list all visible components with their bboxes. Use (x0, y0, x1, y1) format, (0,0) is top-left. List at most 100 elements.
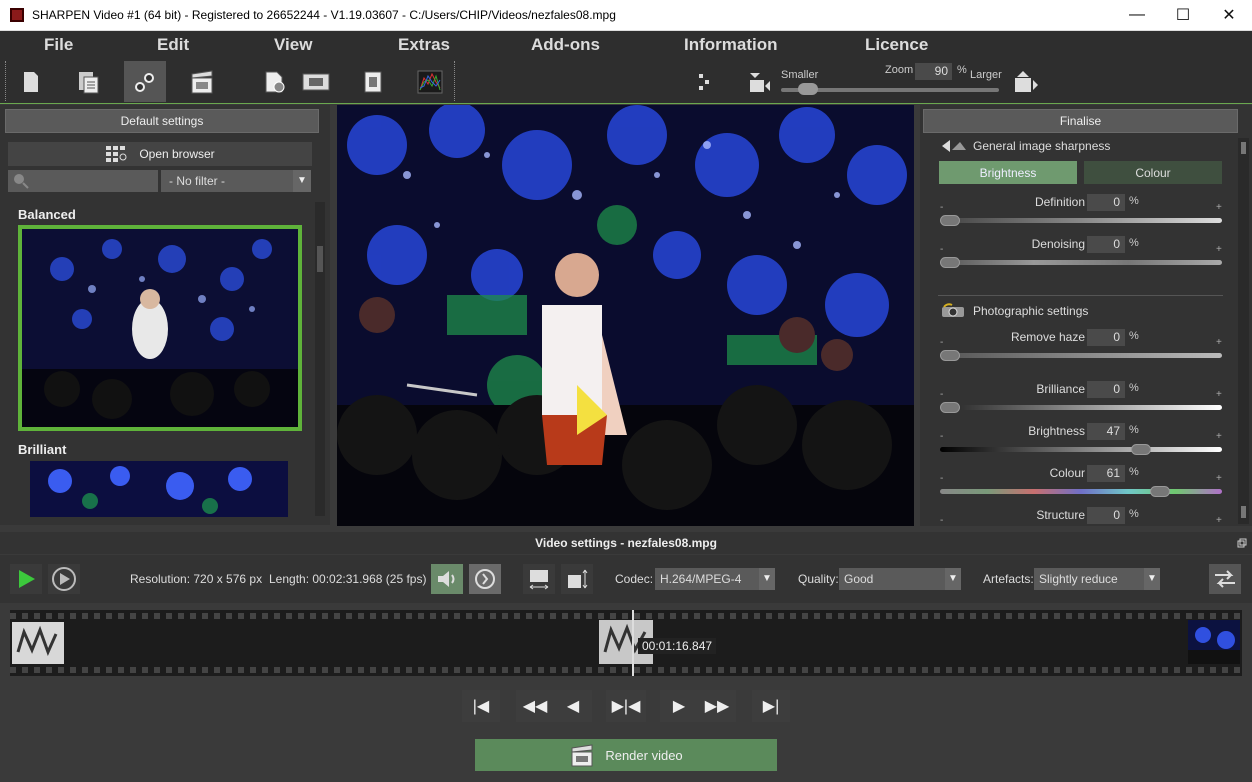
timeline-playhead[interactable] (632, 610, 634, 676)
brightness-value[interactable]: 47 (1087, 423, 1125, 440)
dotted-grid-icon (699, 73, 709, 90)
brilliance-value[interactable]: 0 (1087, 381, 1125, 398)
denoising-slider-track[interactable] (940, 260, 1222, 265)
finalise-button[interactable]: Finalise (923, 109, 1238, 133)
document-list-icon (79, 71, 99, 93)
sharpen-settings-button[interactable] (124, 61, 166, 102)
definition-value[interactable]: 0 (1087, 194, 1125, 211)
preset-scrollbar-thumb[interactable] (317, 246, 323, 272)
preset-filter-select[interactable]: - No filter - ▼ (161, 170, 311, 192)
menu-file[interactable]: File (44, 35, 73, 55)
brightness-slider-thumb[interactable] (1131, 444, 1151, 455)
minimize-button[interactable]: — (1114, 0, 1160, 30)
zoom-smaller-button[interactable] (738, 61, 780, 102)
render-video-button[interactable]: Render video (475, 739, 777, 771)
remove-haze-value[interactable]: 0 (1087, 329, 1125, 346)
video-info-bar: Resolution: 720 x 576 px Length: 00:02:3… (0, 555, 1252, 603)
menu-licence[interactable]: Licence (865, 35, 928, 55)
video-clapper-button[interactable] (181, 61, 223, 102)
definition-label: Definition (1034, 195, 1085, 209)
open-file-button[interactable] (67, 61, 109, 102)
timeline-current-time: 00:01:16.847 (638, 638, 717, 654)
default-settings-button[interactable]: Default settings (5, 109, 319, 133)
structure-value[interactable]: 0 (1087, 507, 1125, 524)
save-file-button[interactable] (253, 61, 295, 102)
quality-select[interactable]: Good ▼ (839, 568, 961, 590)
concert-thumbnail (1188, 620, 1240, 664)
colour-label: Colour (1049, 466, 1085, 480)
brilliance-slider-thumb[interactable] (940, 402, 960, 413)
scroll-down-arrow[interactable] (1241, 506, 1246, 518)
quality-label: Quality: (798, 572, 839, 586)
definition-slider-thumb[interactable] (940, 215, 960, 226)
zoom-larger-icon (1015, 70, 1038, 92)
codec-select[interactable]: H.264/MPEG-4 ▼ (655, 568, 775, 590)
film-sprockets-top (10, 613, 1242, 619)
menu-bar: File Edit View Extras Add-ons Informatio… (0, 31, 1252, 59)
go-to-end-button[interactable]: ▶| (752, 690, 790, 722)
fast-forward-button[interactable]: ▶▶ (698, 690, 736, 722)
go-to-start-button[interactable]: |◀ (462, 690, 500, 722)
menu-information[interactable]: Information (684, 35, 778, 55)
close-button[interactable]: ✕ (1206, 0, 1252, 30)
histogram-button[interactable] (409, 61, 451, 102)
timeline-end-thumbnail (1188, 620, 1240, 664)
maximize-button[interactable]: ☐ (1160, 0, 1206, 30)
audio-toggle-button[interactable] (431, 564, 463, 594)
tab-colour[interactable]: Colour (1084, 161, 1222, 184)
preset-scrollbar[interactable] (315, 202, 325, 516)
menu-edit[interactable]: Edit (157, 35, 189, 55)
menu-extras[interactable]: Extras (398, 35, 450, 55)
step-forward-icon: ▶ (672, 698, 686, 715)
restore-panel-icon[interactable] (1237, 538, 1247, 548)
zoom-larger-button[interactable] (1004, 61, 1046, 102)
menu-view[interactable]: View (274, 35, 312, 55)
settings-scrollbar[interactable] (1238, 138, 1249, 524)
artefacts-value: Slightly reduce (1039, 572, 1118, 586)
export-settings-button[interactable] (1209, 564, 1241, 594)
brightness-slider-track[interactable] (940, 447, 1222, 452)
timeline[interactable] (10, 610, 1242, 676)
rewind-button[interactable]: ◀◀ (516, 690, 554, 722)
audio-settings-button[interactable] (469, 564, 501, 594)
remove-haze-minus: - (940, 337, 944, 348)
play-icon (19, 570, 35, 588)
remove-haze-slider-track[interactable] (940, 353, 1222, 358)
photographic-settings-title: Photographic settings (973, 304, 1089, 318)
step-forward-button[interactable]: ▶ (660, 690, 698, 722)
menu-addons[interactable]: Add-ons (531, 35, 600, 55)
fit-width-button[interactable] (523, 564, 555, 594)
definition-slider-track[interactable] (940, 218, 1222, 223)
play-button[interactable] (10, 564, 42, 594)
compare-button[interactable] (352, 61, 394, 102)
step-back-button[interactable]: ◀ (554, 690, 592, 722)
open-browser-button[interactable]: Open browser (8, 142, 312, 166)
preview-mode-button[interactable] (48, 564, 80, 594)
preset-thumbnail-balanced[interactable] (18, 225, 302, 431)
denoising-value[interactable]: 0 (1087, 236, 1125, 253)
brilliance-slider-track[interactable] (940, 405, 1222, 410)
preset-thumbnail-brilliant[interactable] (30, 461, 288, 517)
artefacts-select[interactable]: Slightly reduce ▼ (1034, 568, 1160, 590)
panel-toggle-button[interactable] (684, 61, 726, 102)
filmstrip-button[interactable] (295, 61, 337, 102)
zoom-value[interactable]: 90 (915, 63, 952, 80)
preset-search-input[interactable] (8, 170, 158, 192)
window-controls: — ☐ ✕ (1114, 0, 1252, 30)
colour-slider-track[interactable] (940, 489, 1222, 494)
scroll-up-arrow[interactable] (1241, 142, 1246, 154)
fit-height-button[interactable] (561, 564, 593, 594)
remove-haze-slider-thumb[interactable] (940, 350, 960, 361)
zoom-slider-thumb[interactable] (798, 83, 818, 95)
center-button[interactable]: ▶|◀ (606, 690, 646, 722)
resolution-text: Resolution: 720 x 576 px (130, 572, 263, 586)
tab-brightness[interactable]: Brightness (939, 161, 1077, 184)
colour-value[interactable]: 61 (1087, 465, 1125, 482)
length-text: Length: 00:02:31.968 (25 fps) (269, 572, 427, 586)
denoising-slider-thumb[interactable] (940, 257, 960, 268)
brightness-minus: - (940, 431, 944, 442)
colour-slider-thumb[interactable] (1150, 486, 1170, 497)
video-preview[interactable] (337, 105, 914, 526)
new-file-button[interactable] (10, 61, 52, 102)
denoising-pct: % (1129, 237, 1139, 249)
